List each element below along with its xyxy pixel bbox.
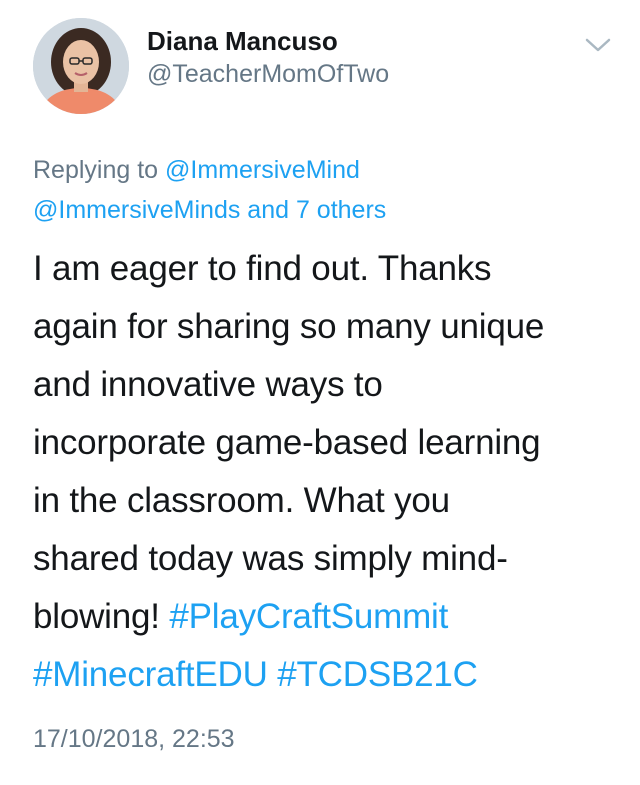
reply-to-link[interactable]: @ImmersiveMind [165,156,360,184]
tweet-line: incorporate game-based learning [33,423,541,462]
reply-context: Replying to @ImmersiveMind @ImmersiveMin… [33,150,386,230]
tweet-line-text: blowing! [33,597,170,636]
chevron-down-icon[interactable] [584,35,612,55]
hashtag-link[interactable]: #TCDSB21C [277,655,478,694]
tweet-line-7: blowing! #PlayCraftSummit [33,588,623,646]
avatar-photo [33,18,129,114]
avatar[interactable] [33,18,129,114]
tweet-line: and innovative ways to [33,365,383,404]
tweet-text: I am eager to find out. Thanks again for… [33,240,623,704]
tweet-line: in the classroom. What you [33,481,450,520]
reply-line-2: @ImmersiveMinds and 7 others [33,190,386,230]
tweet-line: shared today was simply mind- [33,539,508,578]
reply-others-link[interactable]: 7 others [296,196,386,224]
tweet-line-8: #MinecraftEDU #TCDSB21C [33,646,623,704]
hashtag-link[interactable]: #MinecraftEDU [33,655,268,694]
hashtag-link[interactable]: #PlayCraftSummit [169,597,448,636]
tweet-timestamp[interactable]: 17/10/2018, 22:53 [33,725,235,754]
reply-line-1: Replying to @ImmersiveMind [33,150,386,190]
author-handle[interactable]: @TeacherMomOfTwo [147,60,389,89]
author-name[interactable]: Diana Mancuso [147,26,338,57]
reply-prefix: Replying to [33,156,166,184]
reply-mention-link[interactable]: @ImmersiveMinds and [33,196,296,224]
tweet-line: I am eager to find out. Thanks [33,249,492,288]
tweet-line: again for sharing so many unique [33,307,545,346]
